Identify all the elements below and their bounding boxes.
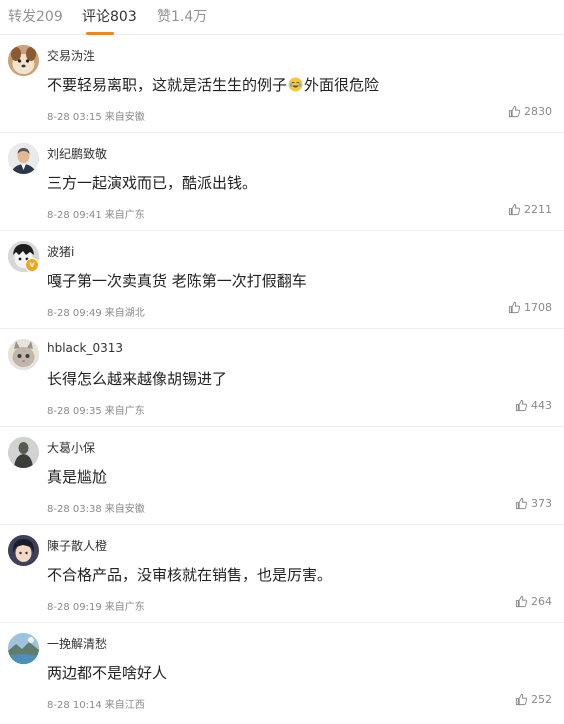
verified-badge-icon: v	[25, 258, 39, 272]
thumbs-up-icon	[508, 105, 521, 118]
avatar[interactable]	[8, 339, 39, 370]
like-button[interactable]: 1708	[508, 301, 552, 314]
comment-text-part: 不合格产品，没审核就在销售，也是厉害。	[47, 566, 333, 584]
crying-laughing-emoji-icon	[288, 77, 303, 92]
comment-location: 来自广东	[104, 602, 145, 613]
like-count: 2211	[524, 203, 552, 216]
comment-time: 8-28 09:49	[47, 308, 102, 319]
thumbs-up-icon	[508, 203, 521, 216]
comment-item: 大葛小保 真是尴尬 8-28 03:38 来自安徽 373	[0, 427, 564, 525]
username[interactable]: 大葛小保	[47, 439, 95, 456]
comment-meta: 8-28 09:49 来自湖北	[47, 304, 145, 319]
comment-item: v 波猪i 嘎子第一次卖真货 老陈第一次打假翻车 8-28 09:49 来自湖北 …	[0, 231, 564, 329]
tab-repost[interactable]: 转发209	[8, 6, 63, 26]
like-button[interactable]: 373	[515, 497, 552, 510]
comment-time: 8-28 10:14	[47, 700, 102, 711]
comment-text: 不合格产品，没审核就在销售，也是厉害。	[47, 564, 332, 585]
comment-text: 三方一起演戏而已，酷派出钱。	[47, 172, 257, 193]
comment-meta: 8-28 09:35 来自广东	[47, 402, 145, 417]
username[interactable]: 陳子散人橙	[47, 537, 107, 554]
comment-location: 来自安徽	[104, 504, 145, 515]
username[interactable]: 波猪i	[47, 243, 74, 260]
username[interactable]: hblack_0313	[47, 341, 123, 355]
comment-item: 一挽解清愁 两边都不是啥好人 8-28 10:14 来自江西 252	[0, 623, 564, 720]
username[interactable]: 交易沩泩	[47, 47, 95, 64]
comment-text-part: 嘎子第一次卖真货 老陈第一次打假翻车	[47, 272, 307, 290]
comment-location: 来自江西	[104, 700, 145, 711]
avatar[interactable]	[8, 437, 39, 468]
comment-meta: 8-28 03:15 来自安徽	[47, 108, 145, 123]
like-count: 252	[531, 693, 552, 706]
like-count: 264	[531, 595, 552, 608]
comment-time: 8-28 03:38	[47, 504, 102, 515]
comment-meta: 8-28 09:41 来自广东	[47, 206, 145, 221]
comment-page: 转发209 评论803 赞1.4万 交易沩泩 不要轻易离职，这就是活生生的例子外…	[0, 0, 564, 724]
like-button[interactable]: 252	[515, 693, 552, 706]
like-button[interactable]: 264	[515, 595, 552, 608]
comment-text: 嘎子第一次卖真货 老陈第一次打假翻车	[47, 270, 307, 291]
comment-text: 不要轻易离职，这就是活生生的例子 外面很危险	[47, 74, 379, 95]
comment-item: 陳子散人橙 不合格产品，没审核就在销售，也是厉害。 8-28 09:19 来自广东…	[0, 525, 564, 623]
thumbs-up-icon	[515, 595, 528, 608]
comment-location: 来自湖北	[104, 308, 145, 319]
like-count: 443	[531, 399, 552, 412]
comment-time: 8-28 09:35	[47, 406, 102, 417]
comment-location: 来自安徽	[104, 112, 145, 123]
comment-text-part: 长得怎么越来越像胡锡进了	[47, 370, 228, 388]
comment-time: 8-28 09:41	[47, 210, 102, 221]
like-count: 373	[531, 497, 552, 510]
comment-meta: 8-28 03:38 来自安徽	[47, 500, 145, 515]
like-button[interactable]: 443	[515, 399, 552, 412]
comment-text-part: 不要轻易离职，这就是活生生的例子	[47, 76, 288, 94]
comment-text: 长得怎么越来越像胡锡进了	[47, 368, 227, 389]
like-count: 2830	[524, 105, 552, 118]
comment-meta: 8-28 09:19 来自广东	[47, 598, 145, 613]
comment-item: hblack_0313 长得怎么越来越像胡锡进了 8-28 09:35 来自广东 …	[0, 329, 564, 427]
tab-likes[interactable]: 赞1.4万	[157, 6, 207, 26]
comment-time: 8-28 09:19	[47, 602, 102, 613]
avatar[interactable]	[8, 45, 39, 76]
comment-text: 两边都不是啥好人	[47, 662, 167, 683]
comment-meta: 8-28 10:14 来自江西	[47, 696, 145, 711]
avatar[interactable]	[8, 633, 39, 664]
comment-location: 来自广东	[104, 406, 145, 417]
comment-item: 刘纪鹏致敬 三方一起演戏而已，酷派出钱。 8-28 09:41 来自广东 2211	[0, 133, 564, 231]
avatar[interactable]	[8, 535, 39, 566]
comment-text-part: 三方一起演戏而已，酷派出钱。	[47, 174, 258, 192]
like-button[interactable]: 2211	[508, 203, 552, 216]
comment-text: 真是尴尬	[47, 466, 107, 487]
comment-text-part: 真是尴尬	[47, 468, 108, 486]
thumbs-up-icon	[515, 497, 528, 510]
like-count: 1708	[524, 301, 552, 314]
thumbs-up-icon	[515, 399, 528, 412]
tab-bar: 转发209 评论803 赞1.4万	[0, 0, 564, 35]
username[interactable]: 一挽解清愁	[47, 635, 107, 652]
comment-location: 来自广东	[104, 210, 145, 221]
tab-comments[interactable]: 评论803	[82, 6, 137, 26]
username[interactable]: 刘纪鹏致敬	[47, 145, 107, 162]
thumbs-up-icon	[515, 693, 528, 706]
like-button[interactable]: 2830	[508, 105, 552, 118]
comment-text-part: 外面很危险	[304, 76, 380, 94]
comment-time: 8-28 03:15	[47, 112, 102, 123]
comment-text-part: 两边都不是啥好人	[47, 664, 168, 682]
thumbs-up-icon	[508, 301, 521, 314]
avatar[interactable]	[8, 143, 39, 174]
comment-item: 交易沩泩 不要轻易离职，这就是活生生的例子 外面很危险 8-28 03:15 来自安…	[0, 35, 564, 133]
